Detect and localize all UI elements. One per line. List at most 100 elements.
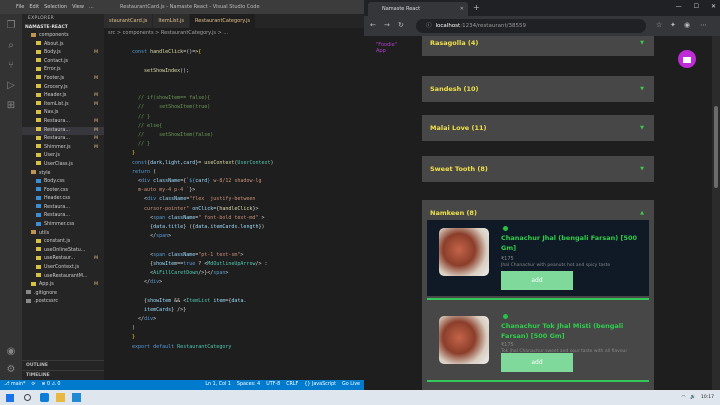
search-icon[interactable]: ⌕ [5, 40, 17, 52]
code-line[interactable]: <span className="pt-1 text-sm"> [104, 252, 364, 259]
tree-file[interactable]: Restaura... [22, 212, 104, 221]
tree-file[interactable]: User.js [22, 152, 104, 161]
code-line[interactable]: {showItem && <ItemList item={data. [104, 298, 364, 305]
tree-file[interactable]: About.js [22, 41, 104, 50]
status-item[interactable]: UTF-8 [266, 380, 280, 390]
status-item[interactable]: Spaces: 4 [237, 380, 260, 390]
maximize-icon[interactable]: ☐ [694, 3, 699, 10]
profile-icon[interactable]: ◉ [684, 21, 690, 29]
tree-file[interactable]: Footer.js M [22, 75, 104, 84]
status-item[interactable]: Go Live [342, 380, 360, 390]
clock-time[interactable]: 10:17 [701, 390, 714, 405]
explorer-icon[interactable]: ❐ [5, 20, 17, 32]
tree-file[interactable]: Footer.css [22, 187, 104, 196]
timeline-panel[interactable]: TIMELINE [22, 370, 104, 379]
code-line[interactable]: </div> [104, 279, 364, 286]
reload-icon[interactable]: ↻ [398, 21, 404, 29]
tree-file[interactable]: Restaura... [22, 204, 104, 213]
info-icon[interactable]: ⓘ [426, 23, 432, 29]
editor-tab[interactable]: RestaurantCategory.js [190, 14, 257, 28]
code-line[interactable]: </span> [104, 233, 364, 240]
tree-folder[interactable]: utils [22, 230, 104, 239]
volume-icon[interactable]: 🔊 [690, 390, 696, 405]
tree-folder[interactable]: style [22, 170, 104, 179]
category-accordion[interactable]: Rasagolla (4) ▼ [422, 36, 654, 56]
status-item[interactable]: ⎇ main* [4, 380, 25, 390]
tree-file[interactable]: Header.js M [22, 92, 104, 101]
tree-file[interactable]: constant.js [22, 238, 104, 247]
status-item[interactable]: ⊗ 0 ⚠ 0 [41, 380, 60, 390]
code-line[interactable] [104, 242, 364, 249]
tree-file[interactable]: Grocery.js [22, 84, 104, 93]
tree-file[interactable]: Body.js M [22, 49, 104, 58]
extensions-puzzle-icon[interactable]: ✦ [670, 21, 676, 29]
code-line[interactable]: ) [104, 325, 364, 332]
app-logo[interactable]: "Foodie" App [376, 42, 402, 74]
status-item[interactable]: ⟳ [31, 380, 35, 390]
url-input[interactable]: ⓘ localhost:1234/restaurant/38559 [416, 19, 646, 33]
code-line[interactable]: // setShowItem(true) [104, 104, 364, 111]
chevron-down-icon[interactable]: ▼ [640, 36, 644, 56]
wifi-icon[interactable]: ◠ [681, 390, 685, 405]
tree-file[interactable]: useOnlineStatu... [22, 247, 104, 256]
code-line[interactable]: return ( [104, 169, 364, 176]
close-window-icon[interactable]: ✕ [711, 3, 716, 10]
add-button[interactable]: add [501, 271, 573, 290]
code-line[interactable]: // } [104, 141, 364, 148]
tree-file[interactable]: Shimmer.js M [22, 144, 104, 153]
editor-tab[interactable]: staurantCard.js [104, 14, 154, 28]
page-scrollbar[interactable] [712, 36, 720, 390]
tree-file[interactable]: Error.js [22, 66, 104, 75]
tree-file[interactable]: Header.css [22, 195, 104, 204]
edge-icon[interactable] [40, 393, 49, 402]
tree-file[interactable]: Restaura... M [22, 118, 104, 127]
code-line[interactable]: } [104, 150, 364, 157]
code-line[interactable]: } [104, 334, 364, 341]
category-header[interactable]: Sandesh (10) ▼ [422, 76, 654, 102]
category-header[interactable]: Rasagolla (4) ▼ [422, 36, 654, 56]
code-line[interactable]: const handleClick=()=>{ [104, 49, 364, 56]
menu-dots-icon[interactable]: ⋯ [700, 21, 707, 29]
menu-item[interactable]: ... [89, 4, 94, 10]
extensions-icon[interactable]: ⊞ [5, 100, 17, 112]
tree-file[interactable]: Restaura... M [22, 135, 104, 144]
tree-file[interactable]: UserContext.js [22, 264, 104, 273]
forward-icon[interactable]: → [384, 21, 390, 29]
tree-file[interactable]: Body.css [22, 178, 104, 187]
category-accordion[interactable]: Sandesh (10) ▼ [422, 76, 654, 102]
file-explorer-icon[interactable] [56, 393, 65, 402]
favorite-icon[interactable]: ☆ [656, 21, 662, 29]
code-line[interactable]: cursor-pointer" onClick={handleClick}> [104, 206, 364, 213]
breadcrumb[interactable]: src > components > RestaurantCategory.js… [104, 28, 364, 38]
tree-file[interactable]: Shimmer.css [22, 221, 104, 230]
add-button[interactable]: add [501, 353, 573, 372]
code-line[interactable]: <span className=" font-bold text-md" > [104, 215, 364, 222]
outline-panel[interactable]: OUTLINE [22, 360, 104, 369]
category-accordion[interactable]: Sweet Tooth (8) ▼ [422, 156, 654, 182]
close-tab-icon[interactable]: ✕ [460, 2, 464, 16]
menu-item[interactable]: File [16, 4, 24, 10]
tree-file[interactable]: .gitignore [22, 290, 104, 299]
code-line[interactable]: <div className="flex justify-between [104, 196, 364, 203]
code-line[interactable]: // } [104, 114, 364, 121]
code-line[interactable]: {showItem==true ? <MdOutlineUpArrow/> : [104, 261, 364, 268]
start-icon[interactable] [6, 394, 14, 402]
browser-tab[interactable]: Namaste React ✕ [368, 2, 468, 16]
gear-icon[interactable]: ⚙ [5, 364, 17, 376]
code-line[interactable] [104, 77, 364, 84]
code-line[interactable]: </div> [104, 316, 364, 323]
code-line[interactable]: // else{ [104, 123, 364, 130]
code-line[interactable]: export default RestaurantCategory [104, 344, 364, 351]
tree-file[interactable]: .postcssrc [22, 298, 104, 307]
menu-item[interactable]: Edit [29, 4, 39, 10]
minimize-icon[interactable]: — [676, 3, 682, 10]
new-tab-icon[interactable]: + [473, 3, 480, 12]
scrollbar-thumb[interactable] [714, 106, 718, 188]
tree-file[interactable]: ItemList.js M [22, 101, 104, 110]
code-line[interactable]: {data.title} ({data.itemCards.length}) [104, 224, 364, 231]
tree-file[interactable]: App.js M [22, 281, 104, 290]
chevron-down-icon[interactable]: ▼ [640, 76, 644, 102]
tree-file[interactable]: UserClass.js [22, 161, 104, 170]
tree-file[interactable]: useRestaurantM... [22, 273, 104, 282]
tree-file[interactable]: Restaura... M [22, 126, 104, 136]
